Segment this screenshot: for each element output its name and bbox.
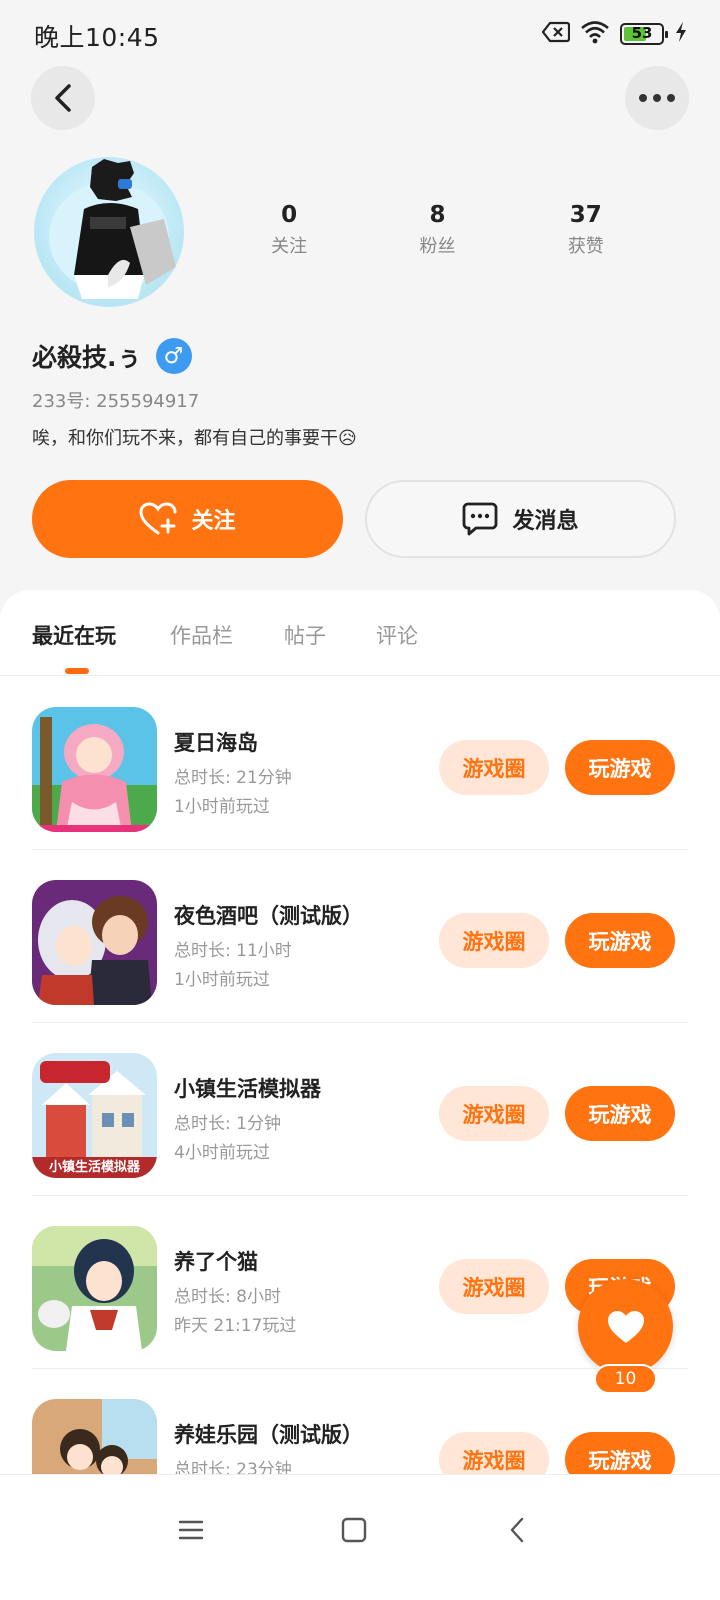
floating-like-button[interactable] <box>578 1279 673 1374</box>
content-panel: 最近在玩 作品栏 帖子 评论 夏日海岛 总时长: 21分钟 1小时前玩过 游戏圈… <box>0 590 720 1600</box>
send-message-button[interactable]: 发消息 <box>365 480 676 558</box>
back-button[interactable] <box>31 66 95 130</box>
system-back-button[interactable] <box>492 1505 542 1555</box>
avatar-image <box>49 159 176 299</box>
game-last-played: 4小时前玩过 <box>174 1143 270 1163</box>
stat-fans[interactable]: 8 粉丝 <box>377 202 497 258</box>
tab-comments[interactable]: 评论 <box>376 620 418 650</box>
stat-likes[interactable]: 37 获赞 <box>526 202 646 258</box>
sim-off-icon <box>541 21 571 47</box>
stat-value: 37 <box>569 202 602 228</box>
status-bar: 晚上10:45 53 <box>0 0 720 70</box>
heart-icon <box>607 1310 644 1343</box>
game-title: 养娃乐园（测试版） <box>174 1423 363 1447</box>
play-game-button[interactable]: 玩游戏 <box>565 740 675 795</box>
game-duration: 总时长: 11小时 <box>174 941 292 961</box>
profile-stats: 0 关注 8 粉丝 37 获赞 <box>215 202 660 258</box>
stat-value: 0 <box>281 202 298 228</box>
play-game-button[interactable]: 玩游戏 <box>565 1086 675 1141</box>
game-last-played: 1小时前玩过 <box>174 970 270 990</box>
tab-recently-played[interactable]: 最近在玩 <box>32 620 116 650</box>
game-duration: 总时长: 21分钟 <box>174 768 292 788</box>
stat-label: 关注 <box>271 236 308 257</box>
stat-value: 8 <box>429 202 446 228</box>
more-dots-icon <box>639 94 675 102</box>
play-game-button[interactable]: 玩游戏 <box>565 913 675 968</box>
stat-following[interactable]: 0 关注 <box>229 202 349 258</box>
chevron-left-icon <box>510 1517 524 1543</box>
profile-tabs: 最近在玩 作品栏 帖子 评论 <box>0 590 720 676</box>
heart-plus-icon <box>139 502 177 535</box>
more-options-button[interactable] <box>625 66 689 130</box>
follow-button-label: 关注 <box>191 509 236 534</box>
male-gender-icon: ♂ <box>155 338 192 374</box>
home-button[interactable] <box>329 1505 379 1555</box>
game-duration: 总时长: 1分钟 <box>174 1114 281 1134</box>
stat-label: 获赞 <box>567 236 604 257</box>
wifi-icon <box>580 20 610 48</box>
profile-screen: 晚上10:45 53 0 关注 8 粉丝 37 获赞 必殺技.ぅ ♂ 233号:… <box>0 0 720 1600</box>
user-id: 233号: 255594917 <box>32 391 200 412</box>
stat-label: 粉丝 <box>419 236 456 257</box>
game-icon <box>32 1226 157 1351</box>
menu-lines-icon <box>178 1520 204 1540</box>
system-nav-bar <box>0 1474 720 1600</box>
battery-icon: 53 <box>620 23 668 45</box>
active-tab-indicator <box>65 668 89 674</box>
avatar[interactable] <box>34 157 184 307</box>
game-title: 夏日海岛 <box>174 731 258 755</box>
chat-bubble-icon <box>463 502 498 536</box>
game-icon <box>32 880 157 1005</box>
user-bio: 唉，和你们玩不来，都有自己的事要干😥 <box>32 428 357 449</box>
tab-works[interactable]: 作品栏 <box>170 620 233 650</box>
username: 必殺技.ぅ <box>32 343 142 372</box>
game-title: 夜色酒吧（测试版） <box>174 904 363 928</box>
game-row[interactable]: 夏日海岛 总时长: 21分钟 1小时前玩过 游戏圈 玩游戏 <box>0 677 720 850</box>
game-title: 小镇生活模拟器 <box>174 1077 321 1101</box>
game-row[interactable]: 夜色酒吧（测试版） 总时长: 11小时 1小时前玩过 游戏圈 玩游戏 <box>0 850 720 1023</box>
game-icon-caption: 小镇生活模拟器 <box>48 1160 140 1175</box>
square-icon <box>341 1517 367 1543</box>
game-circle-button[interactable]: 游戏圈 <box>439 913 549 968</box>
game-duration: 总时长: 8小时 <box>174 1287 281 1307</box>
send-message-label: 发消息 <box>512 509 579 534</box>
game-icon: 小镇生活模拟器 <box>32 1053 157 1178</box>
game-circle-button[interactable]: 游戏圈 <box>439 1259 549 1314</box>
game-row[interactable]: 小镇生活模拟器 小镇生活模拟器 总时长: 1分钟 4小时前玩过 游戏圈 玩游戏 <box>0 1023 720 1196</box>
recent-apps-button[interactable] <box>166 1505 216 1555</box>
battery-level: 53 <box>631 24 653 42</box>
tab-posts[interactable]: 帖子 <box>284 620 326 650</box>
charging-icon <box>674 21 688 47</box>
game-circle-button[interactable]: 游戏圈 <box>439 740 549 795</box>
username-row: 必殺技.ぅ ♂ <box>32 338 192 374</box>
game-last-played: 1小时前玩过 <box>174 797 270 817</box>
follow-button[interactable]: 关注 <box>32 480 343 558</box>
game-circle-button[interactable]: 游戏圈 <box>439 1086 549 1141</box>
chevron-left-icon <box>55 84 71 112</box>
game-icon <box>32 707 157 832</box>
status-time: 晚上10:45 <box>34 23 160 52</box>
status-icons: 53 <box>541 20 688 48</box>
game-last-played: 昨天 21:17玩过 <box>174 1316 297 1336</box>
like-count-badge: 10 <box>594 1364 657 1394</box>
game-title: 养了个猫 <box>174 1250 258 1274</box>
